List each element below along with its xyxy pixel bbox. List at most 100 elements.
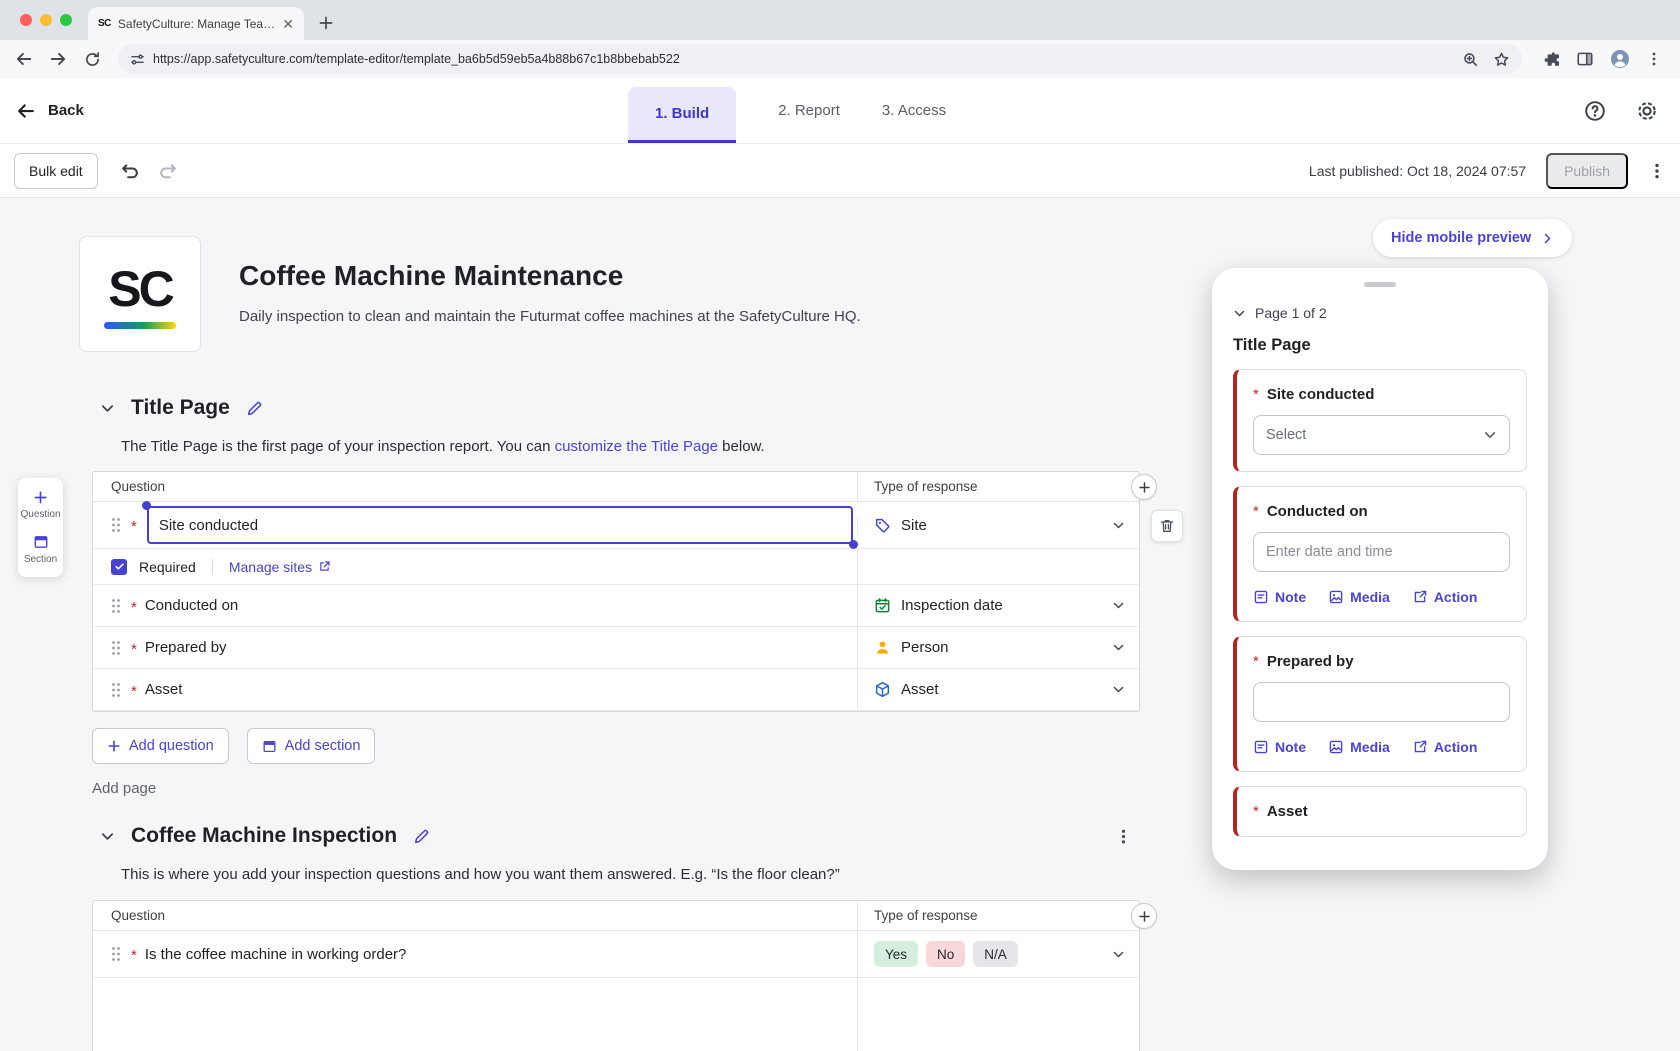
required-asterisk: * (1253, 386, 1259, 403)
prepared-by-input[interactable] (1253, 682, 1510, 722)
section-icon (262, 739, 277, 754)
add-section-button[interactable]: Add section (247, 728, 376, 764)
delete-question-button[interactable] (1151, 510, 1183, 542)
note-button[interactable]: Note (1253, 589, 1306, 605)
url-text: https://app.safetyculture.com/template-e… (153, 52, 1454, 66)
bookmark-star-icon[interactable] (1493, 51, 1510, 68)
zoom-window-button[interactable] (60, 14, 72, 26)
add-question-tool[interactable]: Question (18, 490, 63, 520)
template-title[interactable]: Coffee Machine Maintenance (239, 260, 861, 292)
url-bar[interactable]: https://app.safetyculture.com/template-e… (118, 44, 1522, 74)
manage-sites-link[interactable]: Manage sites (229, 559, 331, 575)
bulk-edit-button[interactable]: Bulk edit (14, 153, 98, 189)
browser-tab[interactable]: SC SafetyCulture: Manage Teams and... ✕ (88, 7, 304, 40)
redo-icon[interactable] (158, 161, 178, 181)
hide-mobile-preview-button[interactable]: Hide mobile preview (1373, 219, 1572, 257)
undo-icon[interactable] (120, 161, 140, 181)
help-icon[interactable] (1584, 100, 1606, 122)
question-column-header: Question (93, 479, 857, 494)
response-type-dropdown[interactable]: Yes No N/A (857, 931, 1139, 977)
collapse-chevron-icon[interactable] (100, 401, 115, 416)
inspection-date-icon (874, 597, 891, 614)
browser-back-button[interactable] (10, 45, 38, 73)
tab-build[interactable]: 1. Build (628, 87, 736, 143)
zoom-page-icon[interactable] (1462, 51, 1479, 68)
settings-gear-icon[interactable] (1636, 100, 1658, 122)
chevron-down-icon (1112, 948, 1125, 961)
collapse-chevron-icon[interactable] (100, 829, 115, 844)
add-page-link[interactable]: Add page (92, 780, 156, 797)
required-label[interactable]: Required (139, 559, 196, 575)
media-icon (1328, 739, 1344, 755)
tab-close-icon[interactable]: ✕ (282, 17, 294, 31)
media-icon (1328, 589, 1344, 605)
question-row-site-conducted[interactable]: * Site (93, 502, 1139, 549)
site-controls-icon[interactable] (130, 52, 145, 67)
site-select-dropdown[interactable]: Select (1253, 415, 1510, 455)
media-button[interactable]: Media (1328, 589, 1390, 605)
drag-handle-icon[interactable] (111, 640, 121, 656)
question-row-working-order[interactable]: * Is the coffee machine in working order… (93, 931, 1139, 978)
divider (212, 559, 213, 575)
drag-handle-icon[interactable] (111, 946, 121, 962)
new-tab-button[interactable] (312, 9, 340, 37)
tab-report[interactable]: 2. Report (778, 102, 840, 119)
browser-refresh-button[interactable] (78, 45, 106, 73)
last-published-text: Last published: Oct 18, 2024 07:57 (1309, 163, 1526, 179)
site-tag-icon (874, 517, 891, 534)
close-window-button[interactable] (20, 14, 32, 26)
minimize-window-button[interactable] (40, 14, 52, 26)
inspection-hint: This is where you add your inspection qu… (121, 866, 1140, 883)
add-row-button[interactable] (1131, 903, 1157, 929)
tab-title: SafetyCulture: Manage Teams and... (118, 17, 275, 31)
chevron-down-icon (1233, 307, 1246, 320)
drag-handle-icon[interactable] (111, 598, 121, 614)
tab-access[interactable]: 3. Access (882, 102, 946, 119)
drag-handle-icon[interactable] (111, 517, 121, 533)
person-icon (874, 639, 891, 656)
response-type-dropdown[interactable]: Person (857, 627, 1139, 668)
profile-avatar[interactable] (1610, 49, 1630, 69)
required-checkbox[interactable] (111, 559, 127, 575)
action-button[interactable]: Action (1412, 589, 1478, 605)
question-row-asset[interactable]: * Asset Asset (93, 669, 1139, 711)
publish-button[interactable]: Publish (1546, 153, 1628, 189)
browser-tab-strip: SC SafetyCulture: Manage Teams and... ✕ (0, 0, 1680, 40)
required-asterisk: * (131, 599, 137, 616)
edit-section-icon[interactable] (413, 828, 430, 845)
toolbar-menu-icon[interactable] (1648, 162, 1666, 180)
response-type-dropdown[interactable]: Asset (857, 669, 1139, 710)
date-time-input[interactable] (1253, 532, 1510, 572)
add-section-tool[interactable]: Section (18, 534, 63, 565)
add-question-button[interactable]: Add question (92, 728, 229, 764)
asset-cube-icon (874, 681, 891, 698)
page-selector[interactable]: Page 1 of 2 (1233, 305, 1527, 321)
back-button[interactable]: Back (0, 101, 84, 121)
browser-forward-button[interactable] (44, 45, 72, 73)
note-button[interactable]: Note (1253, 739, 1306, 755)
media-button[interactable]: Media (1328, 739, 1390, 755)
edit-title-page-icon[interactable] (246, 400, 263, 417)
split-view-icon[interactable] (1576, 50, 1594, 68)
customize-title-page-link[interactable]: customize the Title Page (555, 438, 718, 455)
question-row-prepared-by[interactable]: * Prepared by Person (93, 627, 1139, 669)
selection-handle[interactable] (849, 540, 858, 549)
question-row-conducted-on[interactable]: * Conducted on Inspection date (93, 585, 1139, 627)
add-row-button[interactable] (1131, 474, 1157, 500)
response-type-dropdown[interactable]: Site (857, 517, 1139, 534)
title-page-heading: Title Page (131, 396, 230, 420)
template-description[interactable]: Daily inspection to clean and maintain t… (239, 308, 861, 325)
drag-handle-icon[interactable] (111, 682, 121, 698)
chevron-down-icon (1112, 599, 1125, 612)
action-button[interactable]: Action (1412, 739, 1478, 755)
question-text-input[interactable] (147, 506, 853, 544)
extensions-icon[interactable] (1542, 50, 1560, 68)
title-page-section-header: Title Page (100, 396, 1140, 420)
builder-tools-panel: Question Section (18, 478, 63, 577)
browser-menu-icon[interactable] (1646, 51, 1662, 67)
section-menu-icon[interactable] (1115, 828, 1132, 845)
selection-handle[interactable] (142, 501, 151, 510)
template-logo[interactable]: SC (79, 236, 201, 352)
required-asterisk: * (131, 683, 137, 700)
response-type-dropdown[interactable]: Inspection date (857, 585, 1139, 626)
